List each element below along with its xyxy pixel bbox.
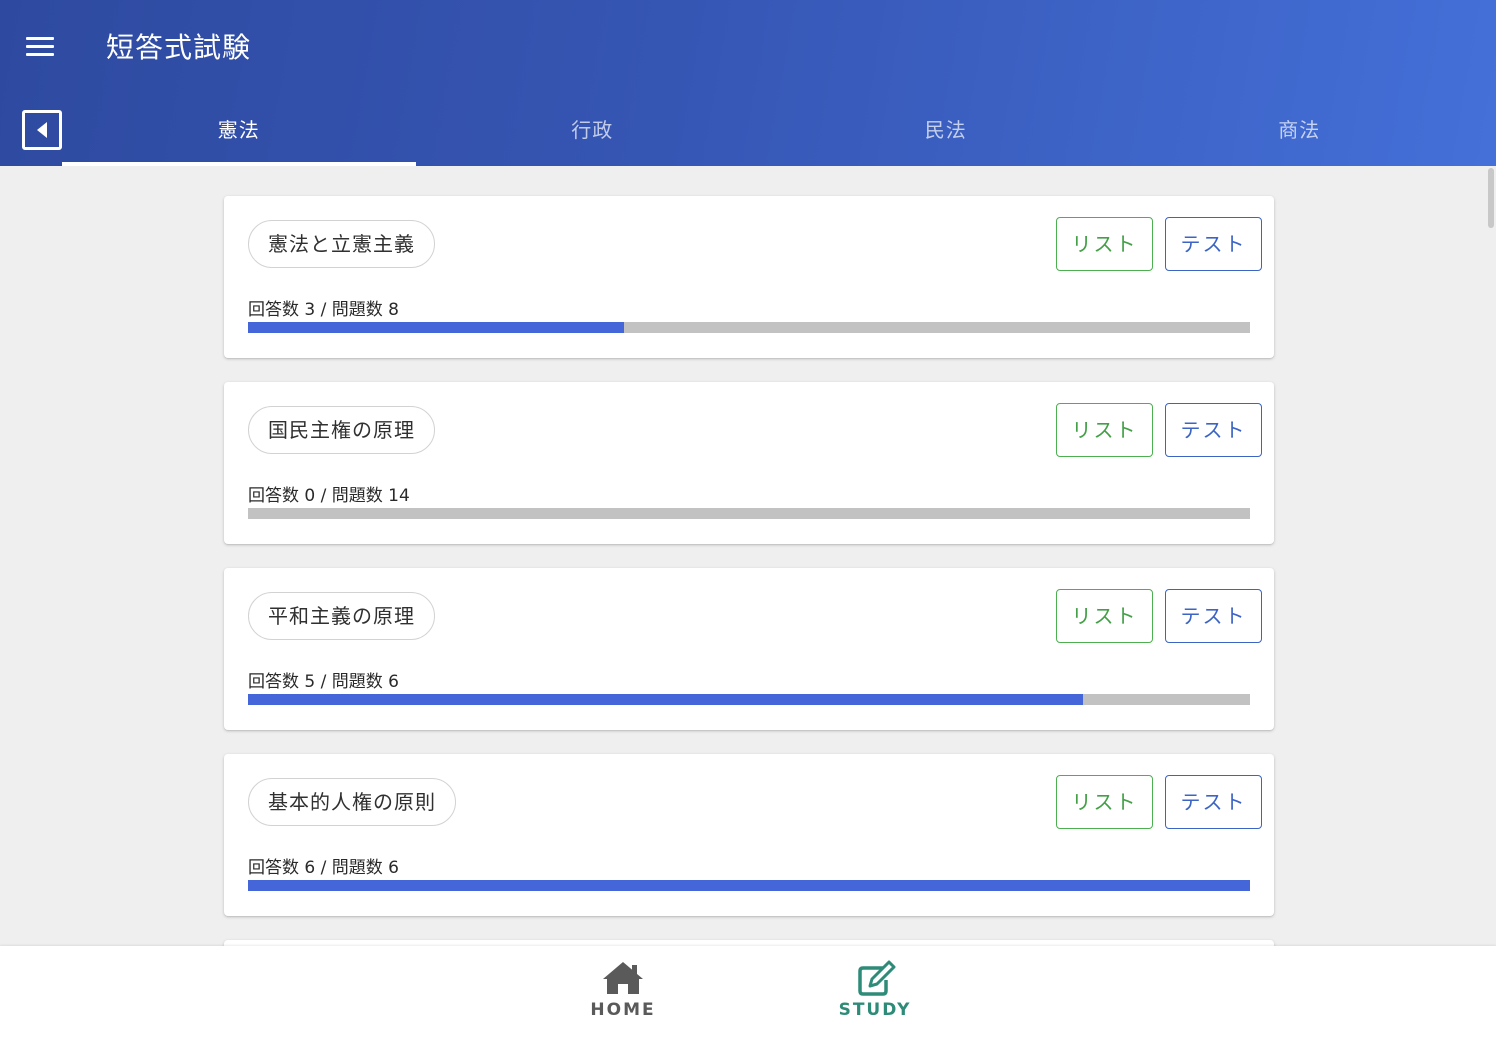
topic-card: 国民主権の原理 リスト テスト 回答数 0 / 問題数 14 [224, 382, 1274, 544]
progress-text: 回答数 3 / 問題数 8 [248, 300, 399, 320]
topic-card: 憲法と立憲主義 リスト テスト 回答数 3 / 問題数 8 [224, 196, 1274, 358]
progress-bar [248, 694, 1250, 705]
progress-text: 回答数 6 / 問題数 6 [248, 858, 399, 878]
home-icon [603, 962, 643, 994]
nav-home-label: HOME [590, 1000, 656, 1020]
progress-fill [248, 694, 1083, 705]
list-button[interactable]: リスト [1056, 775, 1153, 829]
app-bar: 短答式試験 憲法 行政 民法 商法 [0, 0, 1496, 166]
topic-chip[interactable]: 基本的人権の原則 [248, 778, 456, 826]
subject-tabs: 憲法 行政 民法 商法 [62, 95, 1476, 166]
test-button[interactable]: テスト [1165, 217, 1262, 271]
menu-icon-bar [26, 53, 54, 56]
nav-study[interactable]: STUDY [815, 960, 935, 1020]
list-button[interactable]: リスト [1056, 217, 1153, 271]
menu-button[interactable] [22, 28, 58, 64]
scrollbar[interactable] [1488, 168, 1494, 228]
progress-fill [248, 322, 624, 333]
topic-chip[interactable]: 憲法と立憲主義 [248, 220, 435, 268]
topic-card: 基本的人権の原則 リスト テスト 回答数 6 / 問題数 6 [224, 754, 1274, 916]
app-title: 短答式試験 [106, 31, 252, 64]
nav-study-label: STUDY [838, 1000, 912, 1020]
topic-list: 憲法と立憲主義 リスト テスト 回答数 3 / 問題数 8 国民主権の原理 リス… [224, 196, 1274, 940]
bottom-navigation: HOME STUDY [0, 946, 1496, 1048]
progress-bar [248, 322, 1250, 333]
progress-bar [248, 508, 1250, 519]
edit-icon [858, 960, 896, 996]
progress-text: 回答数 5 / 問題数 6 [248, 672, 399, 692]
tab-gyousei[interactable]: 行政 [416, 95, 770, 166]
back-button[interactable] [22, 110, 62, 150]
menu-icon-bar [26, 45, 54, 48]
topic-chip[interactable]: 国民主権の原理 [248, 406, 435, 454]
menu-icon-bar [26, 37, 54, 40]
back-arrow-icon [37, 122, 47, 138]
list-button[interactable]: リスト [1056, 403, 1153, 457]
test-button[interactable]: テスト [1165, 775, 1262, 829]
progress-bar [248, 880, 1250, 891]
test-button[interactable]: テスト [1165, 589, 1262, 643]
nav-home[interactable]: HOME [563, 960, 683, 1020]
tab-shouhou[interactable]: 商法 [1123, 95, 1477, 166]
topic-card: 平和主義の原理 リスト テスト 回答数 5 / 問題数 6 [224, 568, 1274, 730]
progress-fill [248, 880, 1250, 891]
list-button[interactable]: リスト [1056, 589, 1153, 643]
tab-kenpou[interactable]: 憲法 [62, 95, 416, 166]
tab-minpou[interactable]: 民法 [769, 95, 1123, 166]
progress-text: 回答数 0 / 問題数 14 [248, 486, 410, 506]
topic-chip[interactable]: 平和主義の原理 [248, 592, 435, 640]
test-button[interactable]: テスト [1165, 403, 1262, 457]
